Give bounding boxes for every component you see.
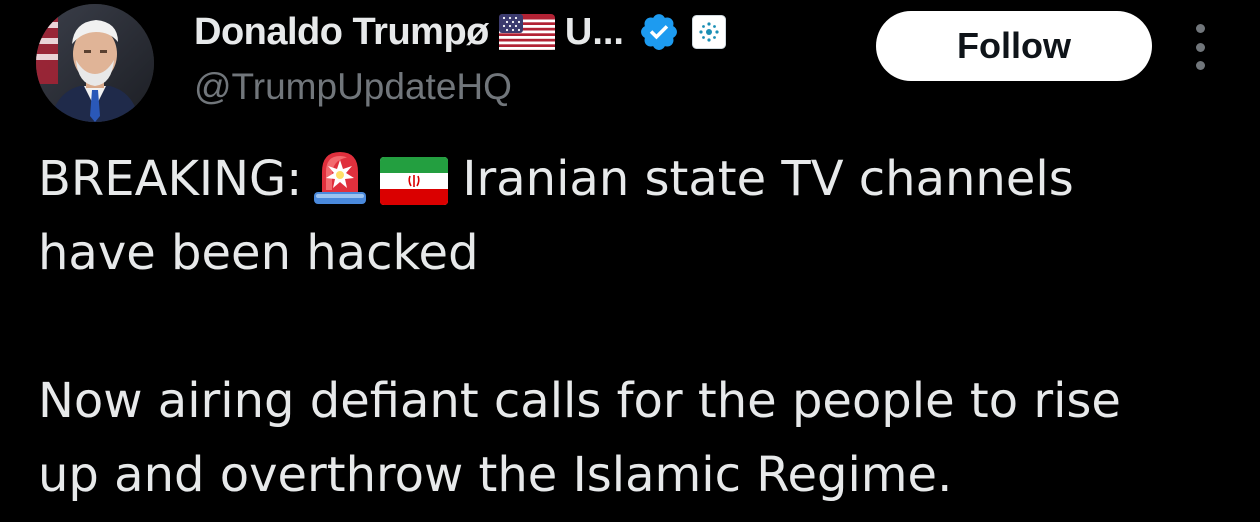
more-dot bbox=[1195, 61, 1205, 70]
tweet-line: Now airing defiant calls for the people … bbox=[38, 373, 1121, 429]
tweet-line: have been hacked bbox=[38, 225, 479, 281]
iran-flag-icon bbox=[380, 152, 449, 205]
more-options-icon[interactable] bbox=[1180, 24, 1220, 70]
verified-badge-icon[interactable] bbox=[638, 11, 680, 53]
police-siren-icon bbox=[310, 146, 370, 206]
us-flag-icon bbox=[498, 14, 555, 50]
tweet-text: BREAKING: Iranian state TV channels have… bbox=[38, 142, 1238, 512]
author-handle[interactable]: @TrumpUpdateHQ bbox=[194, 66, 512, 108]
tweet-line: up and overthrow the Islamic Regime. bbox=[38, 447, 953, 503]
follow-button[interactable]: Follow bbox=[876, 11, 1152, 81]
tweet-line: BREAKING: Iranian state TV channels bbox=[38, 142, 1238, 216]
author-name-row[interactable]: Donaldo Trumpø U... bbox=[194, 8, 726, 56]
portrait-avatar-icon bbox=[36, 4, 154, 122]
more-dot bbox=[1195, 24, 1205, 33]
more-dot bbox=[1195, 42, 1205, 52]
tweet-card: Donaldo Trumpø U... @TrumpUpdateHQ Follo… bbox=[0, 0, 1260, 522]
author-name-truncated[interactable]: U... bbox=[565, 11, 624, 54]
tweet-line1-prefix: BREAKING: bbox=[38, 151, 303, 207]
tweet-line1-suffix: Iranian state TV channels bbox=[462, 151, 1074, 207]
avatar[interactable] bbox=[36, 4, 154, 122]
affiliate-badge-icon[interactable] bbox=[692, 15, 726, 49]
author-display-name[interactable]: Donaldo Trumpø bbox=[194, 11, 489, 54]
